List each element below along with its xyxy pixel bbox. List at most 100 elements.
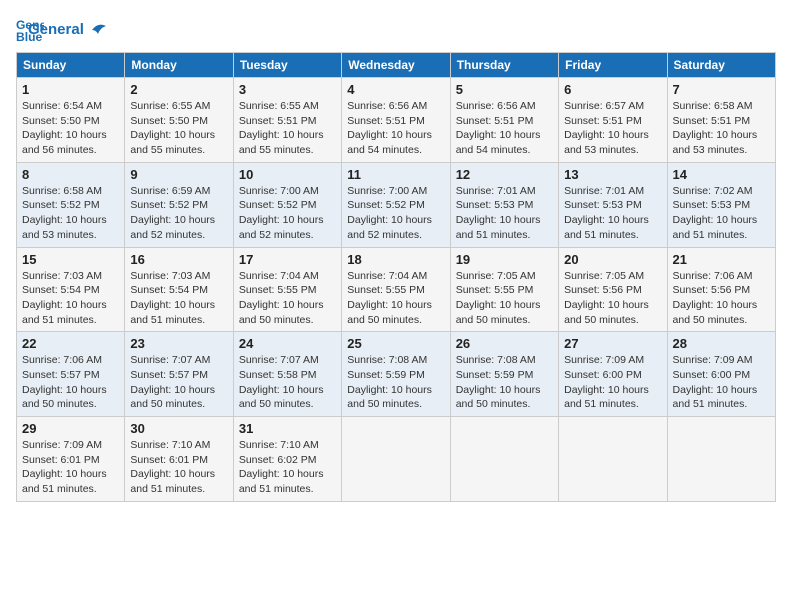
calendar-cell: 10 Sunrise: 7:00 AMSunset: 5:52 PMDaylig… <box>233 162 341 247</box>
day-number: 8 <box>22 167 119 182</box>
day-info: Sunrise: 7:09 AMSunset: 6:00 PMDaylight:… <box>673 354 758 410</box>
day-info: Sunrise: 6:55 AMSunset: 5:50 PMDaylight:… <box>130 100 215 156</box>
weekday-header-row: SundayMondayTuesdayWednesdayThursdayFrid… <box>17 53 776 78</box>
day-info: Sunrise: 7:10 AMSunset: 6:02 PMDaylight:… <box>239 439 324 495</box>
day-number: 25 <box>347 336 444 351</box>
calendar-cell <box>667 417 775 502</box>
weekday-header-sunday: Sunday <box>17 53 125 78</box>
day-number: 6 <box>564 82 661 97</box>
calendar-table: SundayMondayTuesdayWednesdayThursdayFrid… <box>16 52 776 502</box>
day-info: Sunrise: 6:56 AMSunset: 5:51 PMDaylight:… <box>456 100 541 156</box>
day-number: 24 <box>239 336 336 351</box>
day-info: Sunrise: 7:10 AMSunset: 6:01 PMDaylight:… <box>130 439 215 495</box>
calendar-cell: 14 Sunrise: 7:02 AMSunset: 5:53 PMDaylig… <box>667 162 775 247</box>
logo-line1: General <box>28 22 108 39</box>
day-info: Sunrise: 6:59 AMSunset: 5:52 PMDaylight:… <box>130 185 215 241</box>
logo: General Blue General <box>16 16 108 44</box>
calendar-cell: 2 Sunrise: 6:55 AMSunset: 5:50 PMDayligh… <box>125 78 233 163</box>
day-number: 29 <box>22 421 119 436</box>
day-number: 16 <box>130 252 227 267</box>
calendar-cell: 25 Sunrise: 7:08 AMSunset: 5:59 PMDaylig… <box>342 332 450 417</box>
day-info: Sunrise: 6:57 AMSunset: 5:51 PMDaylight:… <box>564 100 649 156</box>
day-info: Sunrise: 7:00 AMSunset: 5:52 PMDaylight:… <box>347 185 432 241</box>
day-number: 10 <box>239 167 336 182</box>
weekday-header-wednesday: Wednesday <box>342 53 450 78</box>
calendar-cell: 13 Sunrise: 7:01 AMSunset: 5:53 PMDaylig… <box>559 162 667 247</box>
day-info: Sunrise: 7:00 AMSunset: 5:52 PMDaylight:… <box>239 185 324 241</box>
day-info: Sunrise: 7:08 AMSunset: 5:59 PMDaylight:… <box>456 354 541 410</box>
day-info: Sunrise: 7:07 AMSunset: 5:57 PMDaylight:… <box>130 354 215 410</box>
day-number: 20 <box>564 252 661 267</box>
calendar-cell: 28 Sunrise: 7:09 AMSunset: 6:00 PMDaylig… <box>667 332 775 417</box>
day-info: Sunrise: 7:09 AMSunset: 6:01 PMDaylight:… <box>22 439 107 495</box>
calendar-cell: 6 Sunrise: 6:57 AMSunset: 5:51 PMDayligh… <box>559 78 667 163</box>
day-info: Sunrise: 6:54 AMSunset: 5:50 PMDaylight:… <box>22 100 107 156</box>
day-number: 7 <box>673 82 770 97</box>
day-info: Sunrise: 7:07 AMSunset: 5:58 PMDaylight:… <box>239 354 324 410</box>
day-info: Sunrise: 7:03 AMSunset: 5:54 PMDaylight:… <box>22 270 107 326</box>
day-number: 4 <box>347 82 444 97</box>
calendar-cell: 12 Sunrise: 7:01 AMSunset: 5:53 PMDaylig… <box>450 162 558 247</box>
day-number: 30 <box>130 421 227 436</box>
day-number: 19 <box>456 252 553 267</box>
day-info: Sunrise: 6:55 AMSunset: 5:51 PMDaylight:… <box>239 100 324 156</box>
weekday-header-thursday: Thursday <box>450 53 558 78</box>
day-number: 21 <box>673 252 770 267</box>
day-info: Sunrise: 7:06 AMSunset: 5:57 PMDaylight:… <box>22 354 107 410</box>
day-info: Sunrise: 7:03 AMSunset: 5:54 PMDaylight:… <box>130 270 215 326</box>
day-number: 9 <box>130 167 227 182</box>
day-info: Sunrise: 7:06 AMSunset: 5:56 PMDaylight:… <box>673 270 758 326</box>
calendar-cell: 17 Sunrise: 7:04 AMSunset: 5:55 PMDaylig… <box>233 247 341 332</box>
calendar-cell <box>450 417 558 502</box>
day-number: 12 <box>456 167 553 182</box>
calendar-cell <box>342 417 450 502</box>
calendar-cell <box>559 417 667 502</box>
calendar-cell: 31 Sunrise: 7:10 AMSunset: 6:02 PMDaylig… <box>233 417 341 502</box>
calendar-cell: 11 Sunrise: 7:00 AMSunset: 5:52 PMDaylig… <box>342 162 450 247</box>
day-number: 1 <box>22 82 119 97</box>
day-number: 13 <box>564 167 661 182</box>
day-info: Sunrise: 7:05 AMSunset: 5:56 PMDaylight:… <box>564 270 649 326</box>
day-info: Sunrise: 6:58 AMSunset: 5:51 PMDaylight:… <box>673 100 758 156</box>
day-info: Sunrise: 7:04 AMSunset: 5:55 PMDaylight:… <box>347 270 432 326</box>
day-info: Sunrise: 6:56 AMSunset: 5:51 PMDaylight:… <box>347 100 432 156</box>
logo-bird-icon <box>90 22 108 38</box>
day-number: 17 <box>239 252 336 267</box>
weekday-header-monday: Monday <box>125 53 233 78</box>
day-info: Sunrise: 7:05 AMSunset: 5:55 PMDaylight:… <box>456 270 541 326</box>
calendar-cell: 9 Sunrise: 6:59 AMSunset: 5:52 PMDayligh… <box>125 162 233 247</box>
day-number: 5 <box>456 82 553 97</box>
calendar-week-1: 1 Sunrise: 6:54 AMSunset: 5:50 PMDayligh… <box>17 78 776 163</box>
calendar-cell: 4 Sunrise: 6:56 AMSunset: 5:51 PMDayligh… <box>342 78 450 163</box>
calendar-cell: 8 Sunrise: 6:58 AMSunset: 5:52 PMDayligh… <box>17 162 125 247</box>
day-number: 11 <box>347 167 444 182</box>
day-number: 18 <box>347 252 444 267</box>
calendar-cell: 20 Sunrise: 7:05 AMSunset: 5:56 PMDaylig… <box>559 247 667 332</box>
calendar-cell: 22 Sunrise: 7:06 AMSunset: 5:57 PMDaylig… <box>17 332 125 417</box>
day-number: 31 <box>239 421 336 436</box>
weekday-header-friday: Friday <box>559 53 667 78</box>
calendar-cell: 15 Sunrise: 7:03 AMSunset: 5:54 PMDaylig… <box>17 247 125 332</box>
day-number: 23 <box>130 336 227 351</box>
weekday-header-saturday: Saturday <box>667 53 775 78</box>
day-info: Sunrise: 6:58 AMSunset: 5:52 PMDaylight:… <box>22 185 107 241</box>
day-info: Sunrise: 7:01 AMSunset: 5:53 PMDaylight:… <box>456 185 541 241</box>
day-number: 14 <box>673 167 770 182</box>
day-number: 28 <box>673 336 770 351</box>
day-number: 15 <box>22 252 119 267</box>
calendar-cell: 24 Sunrise: 7:07 AMSunset: 5:58 PMDaylig… <box>233 332 341 417</box>
day-info: Sunrise: 7:01 AMSunset: 5:53 PMDaylight:… <box>564 185 649 241</box>
calendar-week-4: 22 Sunrise: 7:06 AMSunset: 5:57 PMDaylig… <box>17 332 776 417</box>
calendar-week-3: 15 Sunrise: 7:03 AMSunset: 5:54 PMDaylig… <box>17 247 776 332</box>
calendar-cell: 23 Sunrise: 7:07 AMSunset: 5:57 PMDaylig… <box>125 332 233 417</box>
calendar-cell: 5 Sunrise: 6:56 AMSunset: 5:51 PMDayligh… <box>450 78 558 163</box>
day-number: 22 <box>22 336 119 351</box>
calendar-cell: 21 Sunrise: 7:06 AMSunset: 5:56 PMDaylig… <box>667 247 775 332</box>
calendar-cell: 16 Sunrise: 7:03 AMSunset: 5:54 PMDaylig… <box>125 247 233 332</box>
calendar-cell: 27 Sunrise: 7:09 AMSunset: 6:00 PMDaylig… <box>559 332 667 417</box>
calendar-cell: 7 Sunrise: 6:58 AMSunset: 5:51 PMDayligh… <box>667 78 775 163</box>
day-number: 27 <box>564 336 661 351</box>
day-number: 26 <box>456 336 553 351</box>
day-number: 2 <box>130 82 227 97</box>
calendar-week-5: 29 Sunrise: 7:09 AMSunset: 6:01 PMDaylig… <box>17 417 776 502</box>
